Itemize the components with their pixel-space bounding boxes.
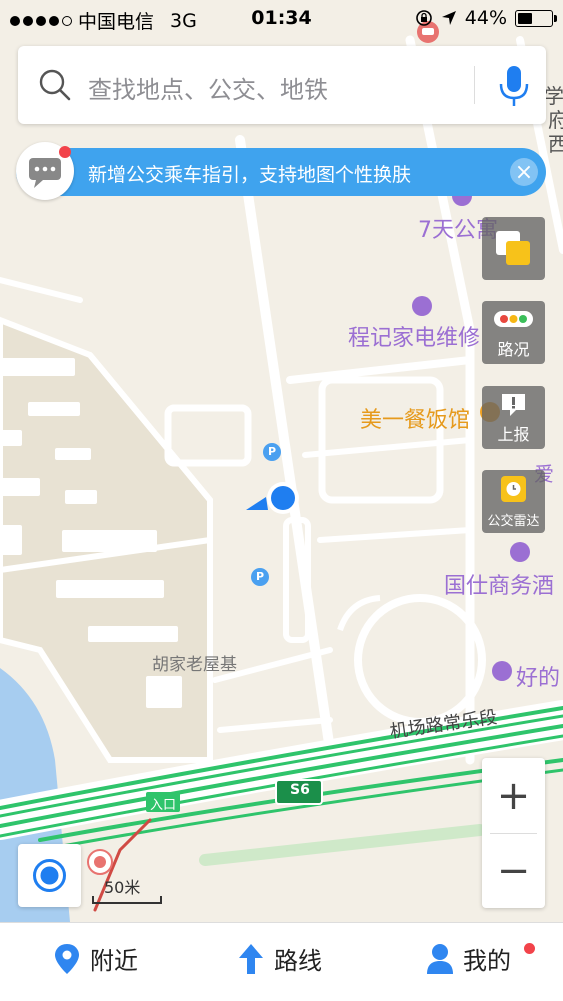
battery-percent: 44% — [464, 7, 507, 29]
microphone-icon[interactable] — [496, 64, 532, 108]
search-input[interactable]: 查找地点、公交、地铁 — [88, 70, 328, 105]
tab-mine[interactable]: 我的 — [425, 941, 511, 976]
bus-radar-icon — [501, 476, 526, 502]
traffic-button[interactable]: 路况 — [482, 301, 545, 364]
notice-banner[interactable]: 新增公交乘车指引，支持地图个性换肤 × — [16, 142, 546, 200]
expressway-shield: S6 — [290, 782, 310, 798]
bus-radar-button[interactable]: 公交雷达 — [482, 470, 545, 533]
tab-route-label: 路线 — [274, 947, 322, 975]
tab-nearby[interactable]: 附近 — [52, 941, 138, 976]
poi-label-repair[interactable]: 程记家电维修 — [348, 320, 480, 352]
location-arrow-icon — [441, 11, 456, 25]
battery-icon — [515, 9, 557, 27]
orientation-lock-icon — [415, 10, 432, 26]
area-label-hujia: 胡家老屋基 — [152, 655, 237, 675]
banner-text: 新增公交乘车指引，支持地图个性换肤 — [88, 164, 412, 186]
layers-button[interactable] — [482, 217, 545, 280]
entrance-label: 入口 — [150, 798, 177, 813]
tab-route[interactable]: 路线 — [236, 941, 322, 976]
traffic-light-icon — [494, 311, 533, 327]
status-right: 44% — [415, 7, 557, 29]
layers-icon — [496, 231, 530, 265]
poi-label-guoshi[interactable]: 国仕商务酒 — [444, 568, 554, 600]
zoom-out-button[interactable]: − — [482, 833, 545, 908]
report-icon — [502, 394, 525, 416]
location-pin-icon — [55, 943, 79, 974]
locate-me-button[interactable] — [18, 844, 81, 907]
message-icon — [16, 142, 74, 200]
scale-label: 50米 — [104, 878, 141, 897]
report-button[interactable]: 上报 — [482, 386, 545, 449]
user-icon — [427, 943, 453, 974]
bottom-tab-bar: 附近 路线 我的 — [0, 922, 563, 1001]
report-label: 上报 — [497, 425, 530, 444]
tab-nearby-label: 附近 — [90, 947, 138, 975]
search-icon — [39, 69, 71, 101]
locate-icon — [33, 859, 66, 892]
zoom-in-button[interactable]: + — [482, 758, 545, 833]
parking-label: P — [268, 445, 277, 458]
traffic-label: 路况 — [497, 340, 530, 359]
scale-bar — [92, 896, 162, 904]
search-bar[interactable]: 查找地点、公交、地铁 — [18, 46, 546, 124]
tab-mine-label: 我的 — [463, 947, 511, 975]
bus-radar-label: 公交雷达 — [487, 514, 540, 529]
route-arrow-icon — [239, 943, 263, 974]
close-icon[interactable]: × — [510, 158, 538, 186]
map-canvas[interactable] — [0, 0, 563, 922]
parking-label: P — [256, 570, 265, 583]
notification-badge — [524, 943, 535, 954]
edge-label-xi: 西 — [548, 132, 563, 156]
search-divider — [474, 66, 475, 104]
map-scale: 50米 — [92, 874, 162, 906]
status-bar: 中国电信 3G 01:34 44% — [0, 0, 563, 36]
poi-label-restaurant[interactable]: 美一餐饭馆 — [360, 402, 470, 434]
zoom-control: + − — [482, 758, 545, 908]
poi-label-hao[interactable]: 好的 — [516, 660, 560, 692]
